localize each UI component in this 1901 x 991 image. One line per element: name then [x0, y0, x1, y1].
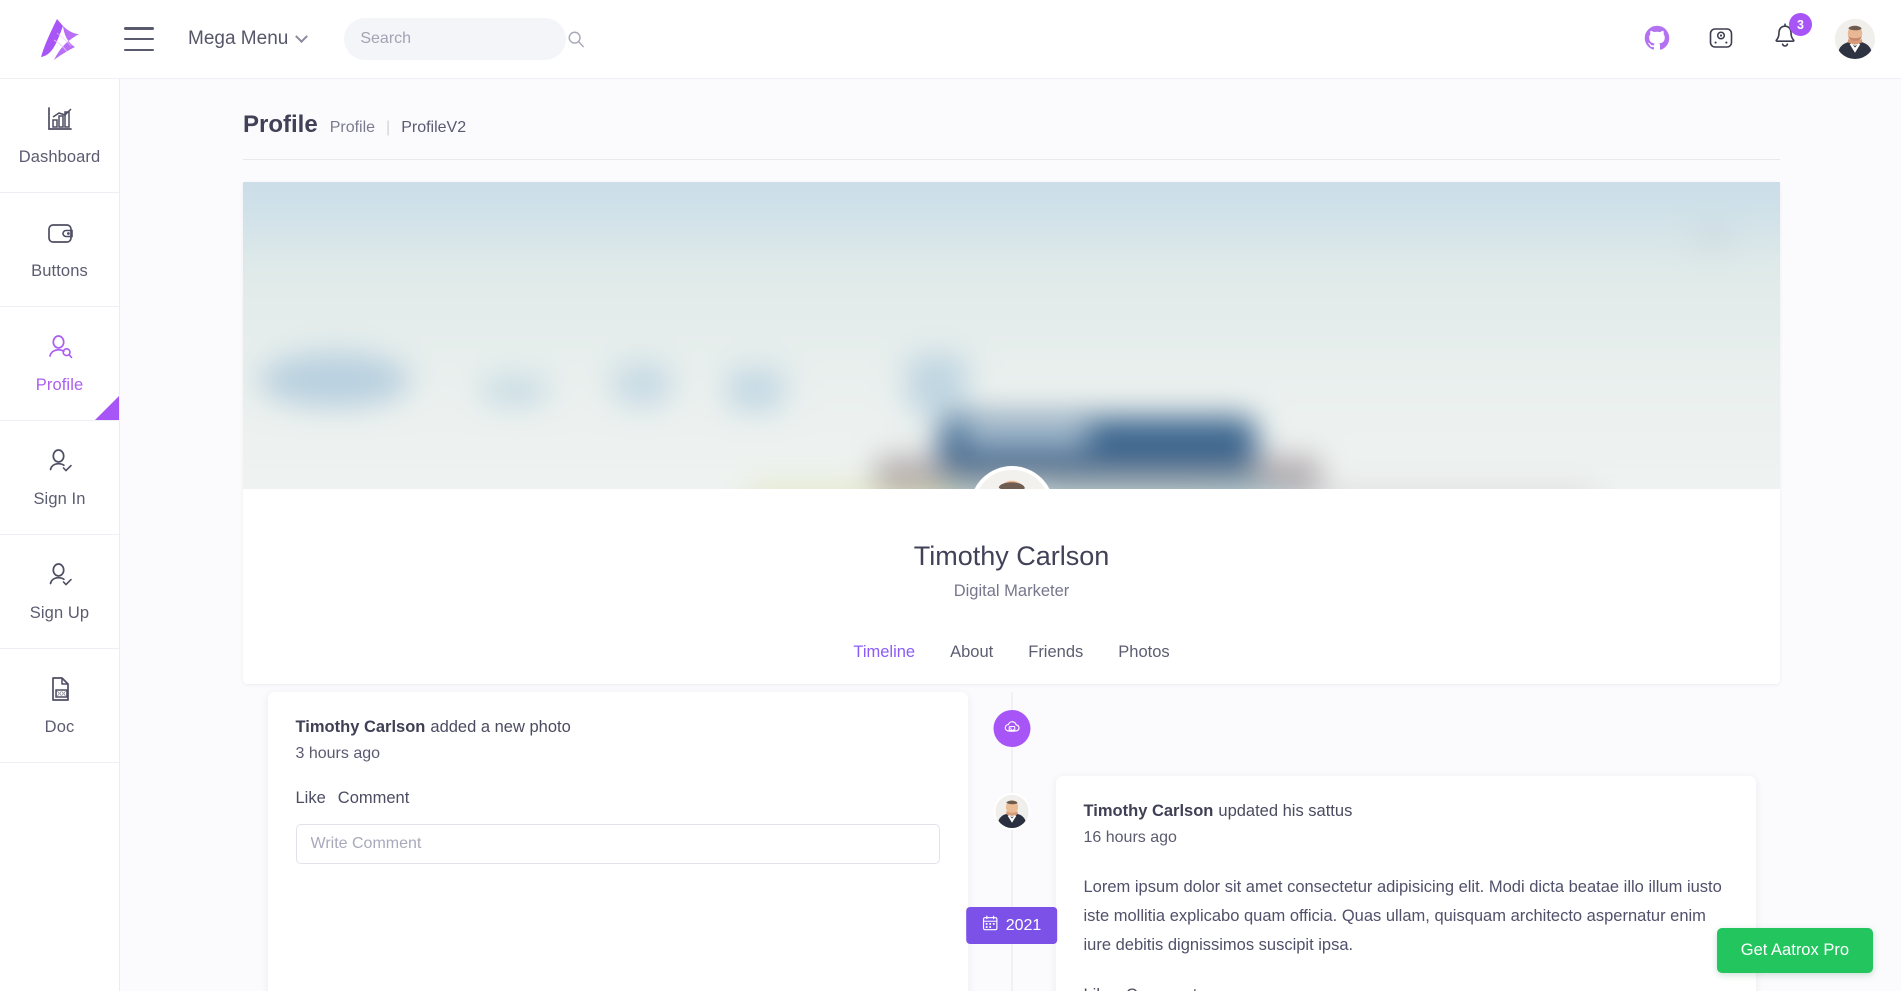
breadcrumb-item-profilev2[interactable]: ProfileV2	[401, 119, 466, 137]
sidebar-item-profile[interactable]: Profile	[0, 307, 119, 421]
post-author: Timothy Carlson	[295, 718, 426, 736]
sidebar-item-label: Buttons	[31, 262, 88, 280]
aatrox-logo-icon	[37, 16, 83, 62]
svg-text:DOC: DOC	[55, 691, 67, 697]
cover-photo	[243, 182, 1780, 489]
main-content: Profile Profile | ProfileV2 Timothy Carl…	[120, 79, 1901, 991]
cloud-photo-upload-icon	[1002, 717, 1021, 741]
hamburger-line	[124, 27, 154, 30]
post-header: Timothy Carlson updated his sattus	[1084, 802, 1728, 821]
notification-bell-icon[interactable]: 3	[1771, 13, 1812, 56]
sidebar-item-label: Sign Up	[29, 604, 90, 622]
profile-name: Timothy Carlson	[913, 541, 1110, 571]
user-search-icon	[45, 332, 75, 367]
github-icon[interactable]	[1643, 24, 1673, 54]
sidebar-item-label: Profile	[35, 376, 84, 394]
app-logo[interactable]	[0, 16, 120, 62]
post-author: Timothy Carlson	[1083, 802, 1214, 820]
hamburger-menu-icon[interactable]	[124, 27, 154, 51]
post-header: Timothy Carlson added a new photo	[296, 718, 940, 737]
search-icon	[567, 30, 585, 48]
search-box[interactable]	[344, 18, 585, 60]
left-sidebar: Dashboard Buttons Profile Sign In Sign U…	[0, 79, 120, 991]
sidebar-item-doc[interactable]: DOC Doc	[0, 649, 119, 763]
like-button[interactable]: Like	[296, 789, 326, 808]
sidebar-item-buttons[interactable]: Buttons	[0, 193, 119, 307]
sidebar-item-sign-in[interactable]: Sign In	[0, 421, 119, 535]
timeline-year-chip[interactable]: 2021	[965, 907, 1058, 944]
sidebar-item-label: Doc	[44, 718, 75, 736]
timeline-marker-photo[interactable]	[993, 710, 1030, 747]
activity-timeline: Timothy Carlson added a new photo 3 hours…	[243, 692, 1780, 991]
user-check-icon	[45, 446, 75, 481]
mega-menu-label: Mega Menu	[188, 28, 289, 49]
breadcrumb: Profile | ProfileV2	[330, 119, 466, 137]
sidebar-item-dashboard[interactable]: Dashboard	[0, 79, 119, 193]
bot-icon[interactable]	[1707, 24, 1737, 54]
calendar-icon	[982, 915, 998, 936]
hamburger-line	[124, 48, 154, 51]
timeline-year-label: 2021	[1005, 916, 1042, 934]
timeline-marker-avatar[interactable]	[993, 793, 1030, 830]
user-avatar[interactable]	[1835, 19, 1875, 59]
sidebar-item-label: Sign In	[33, 490, 86, 508]
profile-tabs: Timeline About Friends Photos	[243, 643, 1780, 684]
post-actions: Like Comment	[296, 789, 940, 808]
post-timestamp: 16 hours ago	[1083, 829, 1177, 846]
notification-badge: 3	[1789, 13, 1812, 36]
bar-chart-icon	[45, 104, 75, 139]
page-title: Profile	[243, 111, 318, 138]
profile-info: Timothy Carlson Digital Marketer Timelin…	[243, 489, 1780, 684]
write-comment-input[interactable]	[295, 824, 940, 864]
topbar-actions: 3	[1643, 13, 1901, 59]
tab-photos[interactable]: Photos	[1118, 643, 1169, 662]
active-indicator-triangle	[95, 396, 119, 420]
page-header: Profile Profile | ProfileV2	[120, 79, 1901, 139]
document-icon: DOC	[45, 674, 75, 709]
cover-photo-blur	[243, 182, 1780, 489]
post-action: added a new photo	[430, 718, 571, 736]
comment-button[interactable]: Comment	[1126, 986, 1198, 991]
tab-friends[interactable]: Friends	[1028, 643, 1083, 662]
profile-role: Digital Marketer	[953, 582, 1070, 600]
search-input[interactable]	[360, 30, 568, 48]
get-pro-button[interactable]: Get Aatrox Pro	[1716, 928, 1873, 973]
breadcrumb-item-profile[interactable]: Profile	[330, 119, 375, 137]
timeline-right-column: Timothy Carlson updated his sattus 16 hou…	[1012, 692, 1781, 991]
comment-button[interactable]: Comment	[338, 789, 410, 808]
header-divider	[243, 159, 1780, 160]
top-navigation-bar: Mega Menu Search 3	[0, 0, 1901, 79]
tab-about[interactable]: About	[950, 643, 993, 662]
user-add-icon	[45, 560, 75, 595]
post-body: Lorem ipsum dolor sit amet consectetur a…	[1083, 878, 1722, 954]
post-card: Timothy Carlson updated his sattus 16 hou…	[1055, 776, 1756, 991]
post-actions: Like Comment	[1084, 986, 1728, 991]
wallet-icon	[45, 218, 75, 253]
timeline-left-column: Timothy Carlson added a new photo 3 hours…	[243, 692, 1012, 991]
tab-timeline[interactable]: Timeline	[853, 643, 915, 662]
chevron-down-icon	[295, 29, 309, 43]
mega-menu-dropdown[interactable]: Mega Menu	[188, 28, 309, 50]
post-action: updated his sattus	[1218, 802, 1353, 820]
hamburger-line	[124, 37, 154, 41]
post-card: Timothy Carlson added a new photo 3 hours…	[267, 692, 968, 991]
profile-card: Timothy Carlson Digital Marketer Timelin…	[243, 182, 1780, 684]
sidebar-item-sign-up[interactable]: Sign Up	[0, 535, 119, 649]
sidebar-item-label: Dashboard	[18, 148, 101, 166]
post-timestamp: 3 hours ago	[295, 745, 381, 762]
like-button[interactable]: Like	[1084, 986, 1114, 991]
breadcrumb-separator: |	[386, 119, 391, 136]
